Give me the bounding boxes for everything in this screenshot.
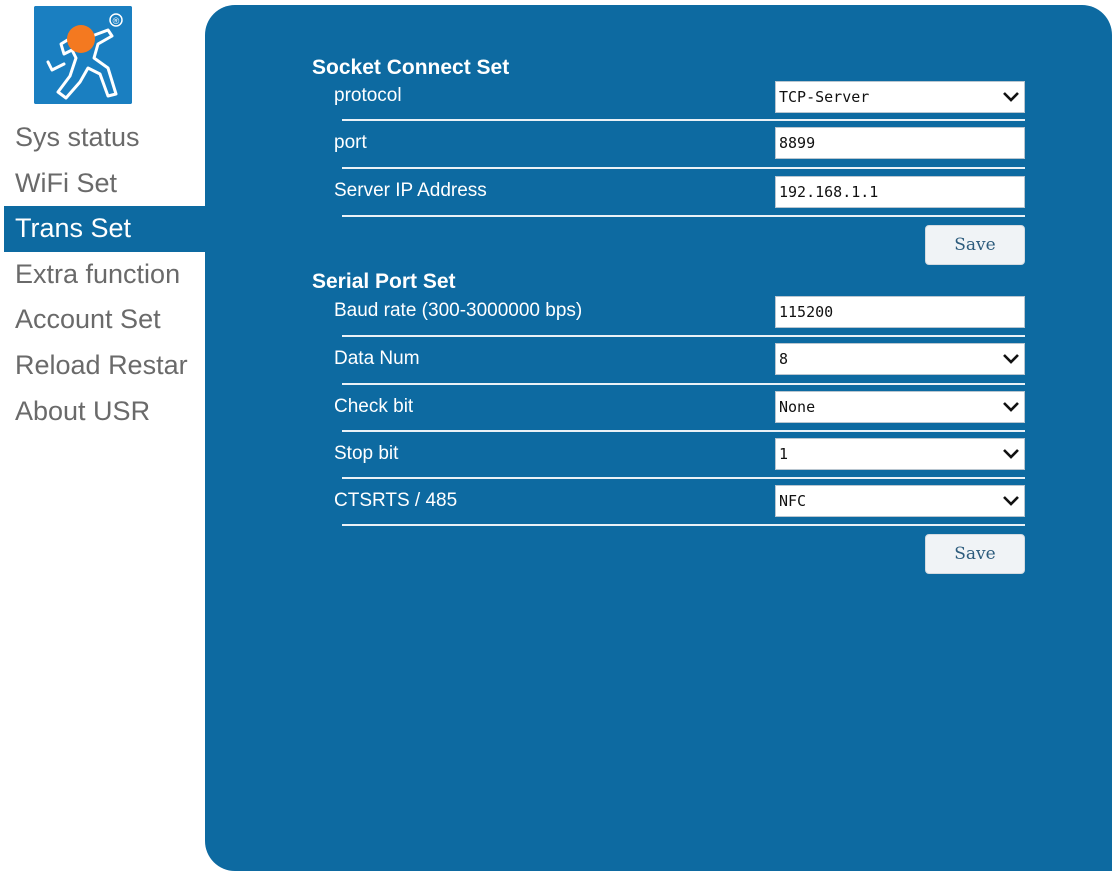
sidebar-item-wifi-set[interactable]: WiFi Set — [4, 161, 206, 207]
divider — [342, 335, 1025, 337]
serial-save-button[interactable]: Save — [925, 534, 1025, 574]
divider — [342, 383, 1025, 385]
divider — [342, 167, 1025, 169]
runner-logo-icon: ® — [34, 6, 132, 104]
flow-control-label: CTSRTS / 485 — [334, 490, 458, 511]
registered-mark: ® — [113, 16, 120, 26]
chevron-down-icon — [1003, 449, 1019, 459]
divider — [342, 119, 1025, 121]
usr-logo: ® — [34, 6, 132, 104]
sidebar-item-about-usr[interactable]: About USR — [4, 389, 206, 435]
trans-settings-panel: Socket Connect Set protocol TCP-Server p… — [205, 5, 1112, 871]
sidebar-item-extra-function[interactable]: Extra function — [4, 252, 206, 298]
server-ip-label: Server IP Address — [334, 180, 487, 201]
data-num-value: 8 — [779, 350, 789, 368]
stop-bit-label: Stop bit — [334, 443, 399, 464]
chevron-down-icon — [1003, 402, 1019, 412]
socket-section-title: Socket Connect Set — [312, 56, 510, 79]
port-input[interactable]: 8899 — [775, 127, 1025, 159]
check-bit-label: Check bit — [334, 396, 414, 417]
sidebar-nav: Sys status WiFi Set Trans Set Extra func… — [4, 115, 206, 434]
baud-rate-label: Baud rate (300-3000000 bps) — [334, 300, 583, 321]
divider — [342, 524, 1025, 526]
chevron-down-icon — [1003, 92, 1019, 102]
flow-control-select[interactable]: NFC — [775, 485, 1025, 517]
check-bit-value: None — [779, 398, 816, 416]
protocol-value: TCP-Server — [779, 88, 870, 106]
divider — [342, 477, 1025, 479]
data-num-label: Data Num — [334, 348, 420, 369]
baud-rate-input[interactable]: 115200 — [775, 296, 1025, 328]
socket-save-button[interactable]: Save — [925, 225, 1025, 265]
stop-bit-select[interactable]: 1 — [775, 438, 1025, 470]
divider — [342, 215, 1025, 217]
server-ip-input[interactable]: 192.168.1.1 — [775, 176, 1025, 208]
stop-bit-value: 1 — [779, 445, 789, 463]
check-bit-select[interactable]: None — [775, 391, 1025, 423]
data-num-select[interactable]: 8 — [775, 343, 1025, 375]
sidebar-item-account-set[interactable]: Account Set — [4, 297, 206, 343]
serial-section-title: Serial Port Set — [312, 270, 456, 293]
sidebar-item-sys-status[interactable]: Sys status — [4, 115, 206, 161]
port-label: port — [334, 132, 367, 153]
sidebar-item-trans-set[interactable]: Trans Set — [4, 206, 206, 252]
flow-control-value: NFC — [779, 492, 807, 510]
protocol-label: protocol — [334, 85, 402, 106]
chevron-down-icon — [1003, 496, 1019, 506]
sidebar-item-reload-restart[interactable]: Reload Restar — [4, 343, 206, 389]
protocol-select[interactable]: TCP-Server — [775, 81, 1025, 113]
chevron-down-icon — [1003, 354, 1019, 364]
divider — [342, 430, 1025, 432]
